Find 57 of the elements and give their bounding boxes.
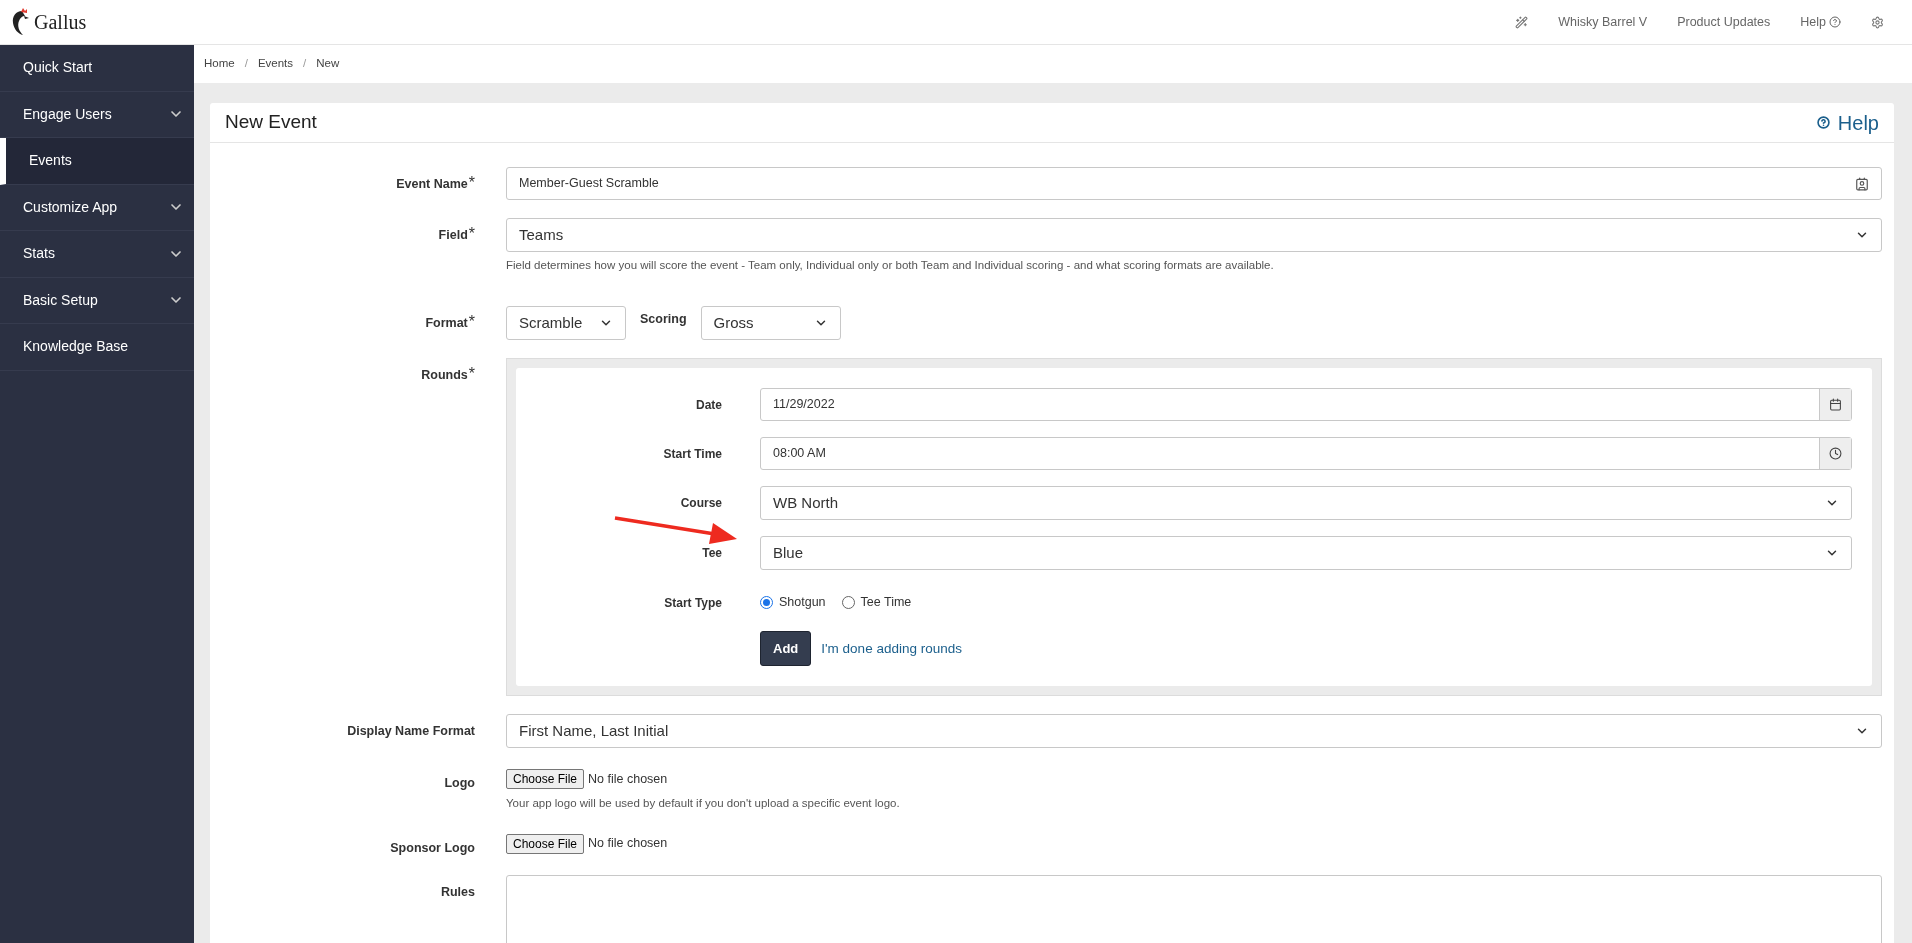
rooster-logo-icon xyxy=(10,7,30,37)
field-label: Rules xyxy=(440,884,475,902)
required-mark: * xyxy=(468,175,475,193)
file-status: No file chosen xyxy=(588,770,668,788)
required-mark: * xyxy=(468,226,475,244)
breadcrumb-separator: / xyxy=(303,56,307,72)
hint-text: Your app logo will be used by default if you don't upload a specific event logo. xyxy=(506,796,901,812)
breadcrumb-link[interactable]: Events xyxy=(257,55,294,73)
text-field[interactable]: Member-Guest Scramble xyxy=(506,167,1882,200)
required-mark: * xyxy=(468,366,475,385)
select-field[interactable]: Blue xyxy=(760,536,1852,571)
time-field[interactable]: 08:00 AM xyxy=(760,437,1852,471)
done-link[interactable]: I'm done adding rounds xyxy=(821,638,962,659)
field-label: Scoring xyxy=(640,310,687,328)
breadcrumb-link[interactable]: Home xyxy=(204,55,235,73)
hint-text: Field determines how you will score the event - Team only, Individual only or both Team and Individual scoring - and what scoring formats are available. xyxy=(506,258,1275,273)
settings-icon[interactable] xyxy=(1871,15,1884,29)
choose-file-button[interactable]: Choose File xyxy=(506,769,585,790)
file-status: No file chosen xyxy=(588,835,668,853)
field-label: Logo xyxy=(444,775,475,793)
field-label: Start Time xyxy=(663,445,722,463)
required-mark: * xyxy=(468,314,475,333)
org-link[interactable]: Whisky Barrel V xyxy=(1558,12,1648,32)
add-button[interactable]: Add xyxy=(760,631,812,667)
sidebar-item[interactable]: Events xyxy=(0,138,194,185)
page-title: New Event xyxy=(225,110,317,135)
help-link[interactable]: Help xyxy=(1816,107,1879,138)
field-label: Tee xyxy=(702,544,722,562)
field-label: Date xyxy=(696,396,722,414)
field-label: Sponsor Logo xyxy=(390,839,475,857)
field-label: Display Name Format xyxy=(347,723,475,741)
field-label: Field xyxy=(438,227,468,244)
field-label: Course xyxy=(680,494,722,512)
radio-label[interactable]: Shotgun xyxy=(779,593,826,613)
wand-icon[interactable] xyxy=(1515,15,1529,29)
field-label: Format xyxy=(425,315,468,333)
field-label: Start Type xyxy=(664,594,722,612)
help-link[interactable]: Help xyxy=(1800,12,1841,32)
field-label: Event Name xyxy=(396,176,468,193)
clock-icon xyxy=(1829,447,1842,461)
select-field[interactable]: Scramble xyxy=(506,306,626,341)
contact-card-icon xyxy=(1855,176,1869,191)
calendar-icon xyxy=(1829,398,1842,412)
choose-file-button[interactable]: Choose File xyxy=(506,833,585,854)
field-label: Rounds xyxy=(421,367,468,385)
help-icon xyxy=(1829,16,1841,28)
nav-link[interactable]: Product Updates xyxy=(1677,12,1771,32)
app-logo-text: Gallus xyxy=(34,10,87,35)
help-icon xyxy=(1816,116,1830,129)
select-field[interactable]: First Name, Last Initial xyxy=(506,714,1882,749)
breadcrumb-link[interactable]: New xyxy=(316,55,340,73)
date-field[interactable]: 11/29/2022 xyxy=(760,388,1852,422)
select-field[interactable]: Gross xyxy=(700,306,841,341)
select-field[interactable]: WB North xyxy=(760,486,1852,521)
radio-label[interactable]: Tee Time xyxy=(860,593,912,613)
select-field[interactable]: Teams xyxy=(506,218,1882,252)
breadcrumb-separator: / xyxy=(244,56,248,72)
